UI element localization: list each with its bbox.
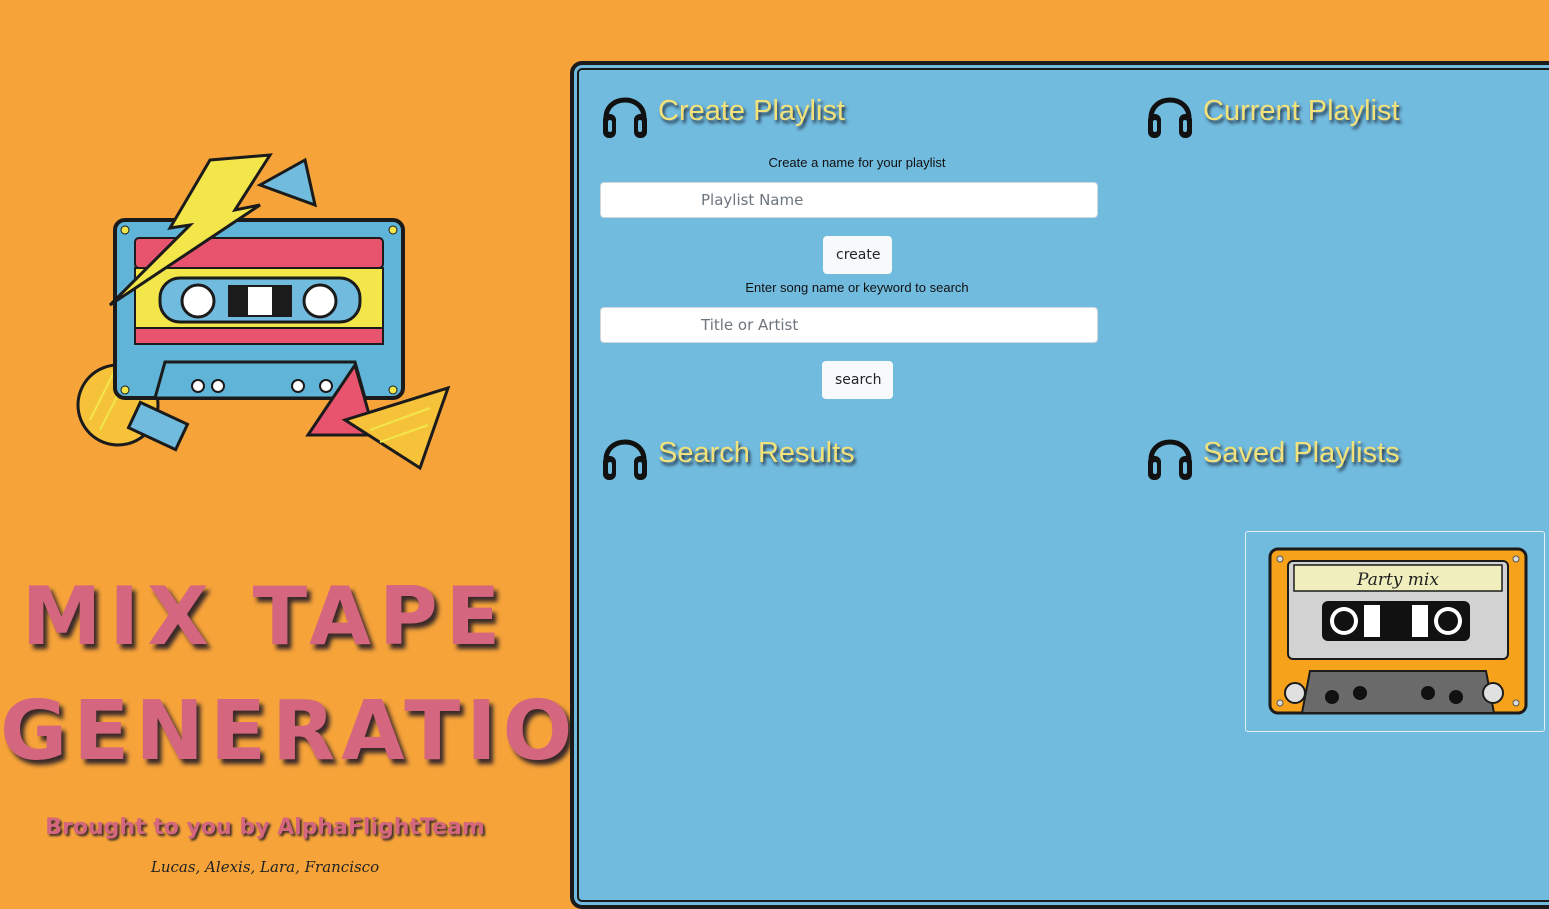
saved-playlists-heading: Saved Playlists <box>1203 436 1400 469</box>
create-playlist-heading: Create Playlist <box>658 94 845 127</box>
hero-title-line1: MIX TAPE <box>21 570 509 663</box>
saved-playlist-card[interactable]: Party mix <box>1245 531 1545 732</box>
headphones-icon <box>1148 439 1192 480</box>
hero-title-line2: GENERATION <box>0 684 653 779</box>
cassette-icon: Party mix <box>1268 547 1528 715</box>
playlist-name-label: Create a name for your playlist <box>768 155 946 170</box>
search-button[interactable]: search <box>822 361 893 399</box>
hero-credit: Brought to you by AlphaFlightTeam <box>45 815 485 840</box>
search-input[interactable] <box>600 307 1098 343</box>
search-results-heading: Search Results <box>658 436 855 469</box>
search-label: Enter song name or keyword to search <box>745 280 969 295</box>
headphones-icon <box>603 439 647 480</box>
search-results-header: Search Results <box>600 422 855 484</box>
cassette-hero-illustration <box>70 150 460 480</box>
hero-team-names: Lucas, Alexis, Lara, Francisco <box>150 858 380 876</box>
saved-playlist-label: Party mix <box>1356 570 1439 590</box>
create-button[interactable]: create <box>823 236 892 274</box>
headphones-icon <box>603 97 647 138</box>
saved-playlists-header: Saved Playlists <box>1145 422 1400 484</box>
create-playlist-header: Create Playlist <box>600 80 845 142</box>
headphones-icon <box>1148 97 1192 138</box>
playlist-name-input[interactable] <box>600 182 1098 218</box>
current-playlist-header: Current Playlist <box>1145 80 1400 142</box>
current-playlist-heading: Current Playlist <box>1203 94 1400 127</box>
